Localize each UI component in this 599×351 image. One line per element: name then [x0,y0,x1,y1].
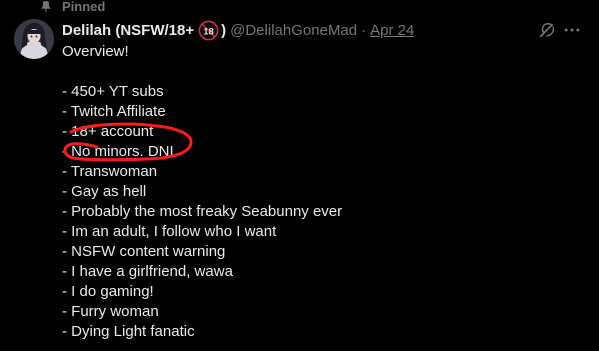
grok-icon[interactable] [537,20,557,40]
user-handle[interactable]: @DelilahGoneMad [230,22,357,39]
post-line: - Transwoman [62,163,158,180]
post-line: - NSFW content warning [62,243,226,260]
age-restriction-icon: 18 [198,20,219,40]
post-date[interactable]: Apr 24 [370,22,414,39]
post-line: - 450+ YT subs [62,83,164,100]
post-header: Delilah (NSFW/18+ 18 ) @DelilahGoneMad ·… [62,19,414,41]
avatar[interactable] [14,19,54,59]
pinned-indicator: Pinned [38,0,105,14]
pin-icon [41,1,51,13]
display-name[interactable]: Delilah (NSFW/18+ [62,22,194,39]
post-line: - Probably the most freaky Seabunny ever [62,203,343,220]
post-line: - Dying Light fanatic [62,323,195,340]
post-line: - Furry woman [62,303,159,320]
post-line: - Gay as hell [62,183,147,200]
post-line: Overview! [62,43,129,60]
post-line: - Im an adult, I follow who I want [62,223,277,240]
post-line: - I have a girlfriend, wawa [62,263,233,280]
post-line: - Twitch Affiliate [62,103,166,120]
post-text: Overview! - 450+ YT subs - Twitch Affili… [62,42,342,342]
post-line: - No minors. DNI [62,143,174,160]
display-name-close-paren: ) [221,21,227,39]
avatar-image [14,19,54,59]
post-line [62,62,342,82]
header-separator: · [361,21,367,39]
post-line: - I do gaming! [62,283,154,300]
age-badge-text: 18 [203,26,214,37]
more-options-icon[interactable] [562,20,582,40]
post-line: - 18+ account [62,123,154,140]
pinned-label: Pinned [62,0,106,14]
